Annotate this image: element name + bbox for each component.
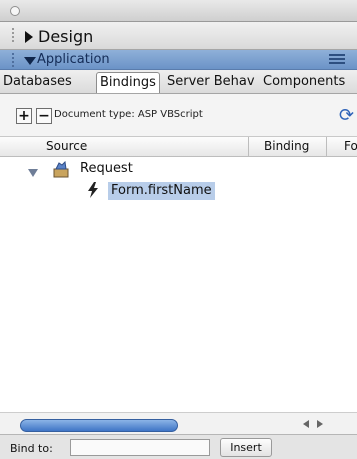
application-tabs: Databases Bindings Server Behav Componen… (0, 70, 357, 94)
tree-disclosure-triangle-icon[interactable] (28, 169, 38, 177)
insert-button[interactable]: Insert (220, 438, 272, 457)
column-header-format[interactable]: Fo (344, 139, 357, 153)
horizontal-scrollbar[interactable] (0, 412, 357, 434)
form-field-lightning-icon (86, 181, 100, 199)
tree-item-form-firstname[interactable]: Form.firstName (108, 182, 215, 200)
tab-bindings[interactable]: Bindings (96, 72, 160, 93)
add-binding-button[interactable]: + (16, 108, 32, 124)
refresh-icon[interactable]: ⟳ (339, 105, 354, 126)
request-folder-icon (52, 160, 70, 179)
scroll-thumb[interactable] (20, 419, 178, 432)
panel-collapse-circle-icon[interactable] (10, 6, 20, 16)
application-panel-label: Application (37, 52, 110, 67)
bindings-toolbar: + − Document type: ASP VBScript ⟳ (0, 94, 357, 137)
bind-footer: Bind to: ▲▼ Insert (0, 434, 357, 459)
bind-to-select[interactable]: ▲▼ (70, 439, 255, 456)
collapse-triangle-icon[interactable] (24, 57, 36, 65)
drag-grip-icon[interactable] (12, 28, 18, 42)
bindings-tree: Request Form.firstName (0, 157, 357, 412)
panel-top-bar (0, 0, 357, 22)
application-panel-header[interactable]: Application (0, 50, 357, 70)
document-type-label: Document type: ASP VBScript (54, 109, 203, 120)
scroll-left-arrow-icon[interactable] (303, 420, 309, 428)
tab-databases[interactable]: Databases (0, 72, 75, 93)
panel-options-menu-icon[interactable] (329, 54, 345, 66)
bindings-column-headers: Source Binding Fo (0, 137, 357, 157)
drag-grip-icon[interactable] (12, 53, 18, 67)
bind-to-label: Bind to: (10, 442, 53, 455)
tab-server-behaviors[interactable]: Server Behav (164, 72, 258, 93)
design-panel-header[interactable]: Design (0, 22, 357, 50)
tab-components[interactable]: Components (260, 72, 348, 93)
expand-triangle-icon[interactable] (25, 31, 33, 43)
design-panel-label: Design (38, 27, 94, 46)
scroll-right-arrow-icon[interactable] (317, 420, 323, 428)
column-separator[interactable] (326, 137, 327, 157)
column-header-source[interactable]: Source (46, 139, 87, 153)
remove-binding-button[interactable]: − (36, 108, 52, 124)
column-separator[interactable] (248, 137, 249, 157)
column-header-binding[interactable]: Binding (264, 139, 309, 153)
tree-item-request[interactable]: Request (80, 161, 133, 176)
